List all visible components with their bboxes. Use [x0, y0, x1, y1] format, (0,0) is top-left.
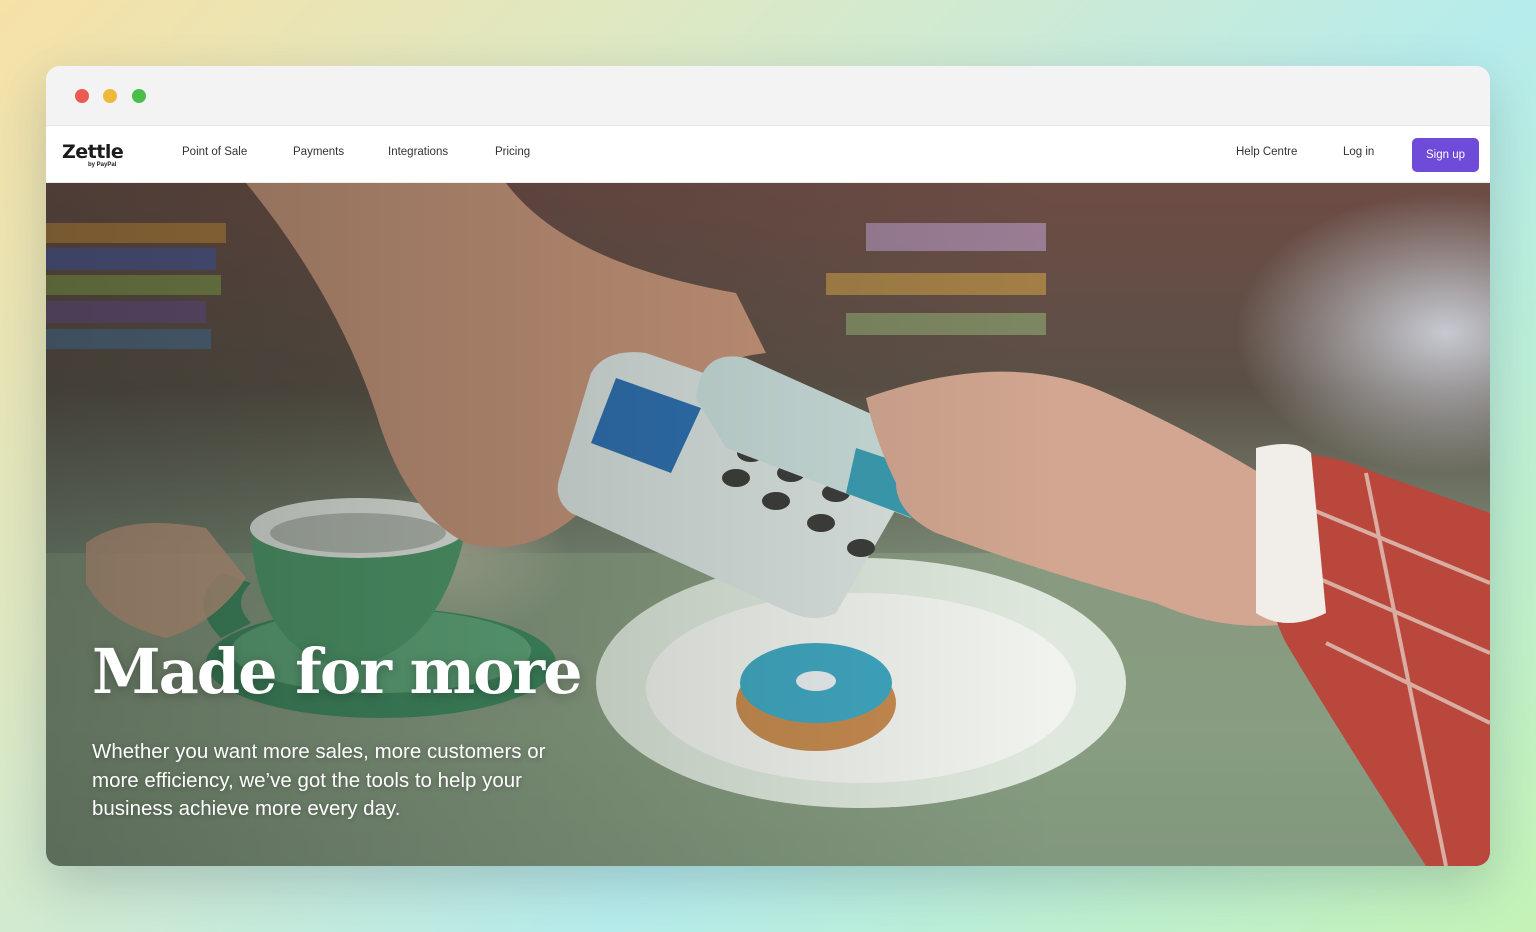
nav-link-integrations[interactable]: Integrations [388, 146, 448, 158]
nav-link-point-of-sale[interactable]: Point of Sale [182, 146, 247, 158]
site-navbar: Zettle by PayPal Point of Sale Payments … [46, 126, 1490, 183]
logo-wordmark: Zettle [62, 141, 124, 163]
browser-window: Zettle by PayPal Point of Sale Payments … [46, 66, 1490, 866]
nav-link-help-centre[interactable]: Help Centre [1236, 146, 1297, 158]
zettle-logo[interactable]: Zettle by PayPal [62, 141, 124, 172]
nav-link-pricing[interactable]: Pricing [495, 146, 530, 158]
title-bar [46, 66, 1490, 126]
close-window-button[interactable] [75, 89, 89, 103]
hero-title: Made for more [92, 635, 583, 708]
logo-tagline: by PayPal [88, 162, 117, 168]
nav-link-log-in[interactable]: Log in [1343, 146, 1374, 158]
hero-description: Whether you want more sales, more custom… [92, 740, 546, 820]
hero-section: Made for more Whether you want more sale… [46, 183, 1490, 866]
sign-up-button[interactable]: Sign up [1412, 138, 1479, 172]
maximize-window-button[interactable] [132, 89, 146, 103]
minimize-window-button[interactable] [103, 89, 117, 103]
nav-link-payments[interactable]: Payments [293, 146, 344, 158]
